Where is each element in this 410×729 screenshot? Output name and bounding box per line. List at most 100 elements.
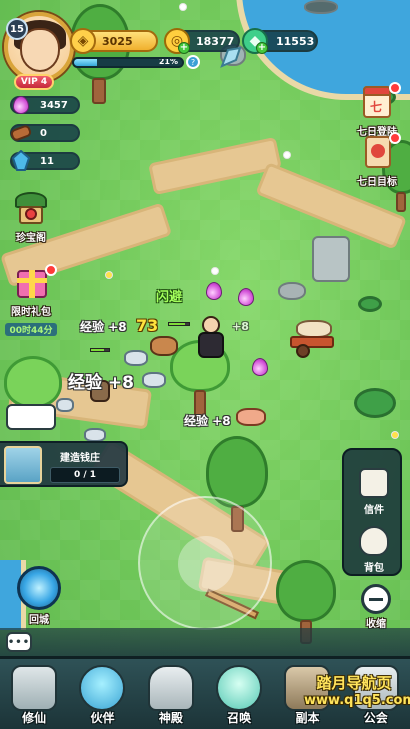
gold-value: 3025 <box>102 34 133 48</box>
player-level-badge: 15 <box>6 18 28 40</box>
return-city-button[interactable]: 回城 <box>16 566 62 626</box>
soul-drop[interactable] <box>238 288 254 306</box>
chat-bubble-icon[interactable]: ••• <box>6 632 32 652</box>
enemy-wolf <box>56 398 76 416</box>
jade-counter[interactable]: ◆ 11553 + <box>242 28 318 54</box>
soul-drop[interactable] <box>206 282 222 300</box>
nav-cultivation[interactable]: 修仙 <box>0 659 68 729</box>
plus-text: +8 <box>232 320 249 333</box>
build-quest-panel[interactable]: 建造钱庄 0 / 1 <box>0 441 128 487</box>
flower <box>212 268 218 274</box>
mail-letter-icon <box>359 468 389 498</box>
enemy-wolf <box>142 372 168 392</box>
build-progress-text: 0 / 1 <box>73 470 97 480</box>
chat-strip[interactable]: ••• <box>0 628 410 656</box>
nav-dungeon-label: 副本 <box>295 711 320 725</box>
rock <box>278 282 306 300</box>
enemy-wolf <box>124 350 150 370</box>
nav-partner-label: 伙伴 <box>90 711 115 725</box>
scroll-goal-icon <box>357 132 401 172</box>
right-dock-panel: 信件 背包 <box>342 448 402 576</box>
soul-value: 3457 <box>40 99 68 111</box>
stone-ruin <box>312 236 350 282</box>
crystal-value: 11 <box>40 155 54 167</box>
wood-log-icon <box>8 120 34 146</box>
soul-drop[interactable] <box>252 358 268 376</box>
limited-gift-button[interactable]: 限时礼包 00时44分 <box>4 262 58 337</box>
temple-icon <box>147 665 194 711</box>
player-hero[interactable] <box>196 316 226 362</box>
resource-soul[interactable]: 3457 <box>10 96 80 114</box>
seven-day-goal-label: 七日目标 <box>357 177 397 188</box>
build-quest-progress: 0 / 1 <box>50 467 120 483</box>
jade-value: 11553 <box>276 34 315 48</box>
exp-gain-text: 经验 +8 <box>184 414 231 428</box>
nav-summon-label: 召唤 <box>227 711 252 725</box>
flower <box>392 432 398 438</box>
enemy-pig <box>236 408 268 428</box>
notification-dot <box>389 82 401 94</box>
treasure-pavilion-icon <box>11 188 51 228</box>
add-coin-icon[interactable]: + <box>178 42 190 54</box>
nav-summon[interactable]: 召唤 <box>205 659 273 729</box>
add-jade-icon[interactable]: + <box>256 42 268 54</box>
speech-bubble-button[interactable] <box>6 404 56 430</box>
exp-gain-text-large: 经验 +8 <box>68 373 134 393</box>
backpack-button[interactable]: 背包 <box>344 526 404 575</box>
joystick-knob[interactable] <box>178 536 234 592</box>
watermark-title: 踏月导航页 <box>316 674 392 692</box>
flower <box>180 4 186 10</box>
flower <box>284 152 290 158</box>
nav-partner[interactable]: 伙伴 <box>68 659 136 729</box>
treasure-pavilion-label: 珍宝阁 <box>16 233 46 244</box>
blue-crystal-icon <box>8 148 34 174</box>
virtual-joystick[interactable] <box>138 496 272 630</box>
nav-temple-label: 神殿 <box>158 711 183 725</box>
exp-gain-text: 经验 +8 <box>80 320 127 334</box>
damage-number: 73 <box>136 316 159 335</box>
exp-percent-text: 21% <box>158 57 178 66</box>
partner-character-icon <box>79 665 126 711</box>
seven-day-goal-button[interactable]: 七日目标 <box>350 132 404 188</box>
seven-day-login-button[interactable]: 七 七日登陆 <box>350 82 404 138</box>
vip-badge[interactable]: VIP 4 <box>14 74 54 90</box>
watermark-url: www.q1q5.com <box>304 693 410 708</box>
crystal-flag-icon <box>218 46 244 68</box>
building-thumbnail <box>4 446 42 484</box>
nav-cultivation-label: 修仙 <box>22 711 47 725</box>
nav-guild-label: 公会 <box>363 711 388 725</box>
site-watermark: 踏月导航页 www.q1q5.com <box>304 672 410 708</box>
resource-crystal[interactable]: 11 <box>10 150 80 171</box>
enemy-hp-bar <box>90 348 110 352</box>
exp-help-icon[interactable]: ? <box>186 55 200 69</box>
limited-gift-label: 限时礼包 <box>11 307 51 318</box>
resource-wood[interactable]: 0 <box>9 123 80 143</box>
treasure-pavilion-button[interactable]: 珍宝阁 <box>4 188 58 244</box>
exp-progress-bar: 21% <box>72 57 184 68</box>
rock <box>304 0 338 14</box>
bush <box>358 296 382 312</box>
portal-icon <box>17 566 61 610</box>
dodge-text: 闪避 <box>156 290 183 305</box>
flower <box>106 272 112 278</box>
gift-box-icon <box>11 262 57 302</box>
merchant-cart[interactable] <box>290 320 340 358</box>
enemy-hp-bar <box>168 322 190 326</box>
gold-counter[interactable]: ◈ 3025 <box>70 28 158 54</box>
nav-temple[interactable]: 神殿 <box>137 659 205 729</box>
return-city-label: 回城 <box>29 615 49 626</box>
calendar-icon: 七 <box>357 82 401 122</box>
summon-spirit-icon <box>216 665 263 711</box>
limited-gift-timer: 00时44分 <box>5 323 57 336</box>
purple-soul-icon <box>8 92 34 118</box>
wood-value: 0 <box>40 127 47 139</box>
notification-dot <box>45 264 57 276</box>
collapse-button[interactable]: 收缩 <box>356 584 396 630</box>
tree <box>66 0 136 108</box>
cultivation-scroll-icon <box>11 665 58 711</box>
gold-ingot-icon: ◈ <box>70 28 96 54</box>
exp-progress-fill <box>74 59 97 66</box>
backpack-bag-icon <box>359 526 389 556</box>
mail-button[interactable]: 信件 <box>344 468 404 517</box>
backpack-label: 背包 <box>364 563 384 574</box>
